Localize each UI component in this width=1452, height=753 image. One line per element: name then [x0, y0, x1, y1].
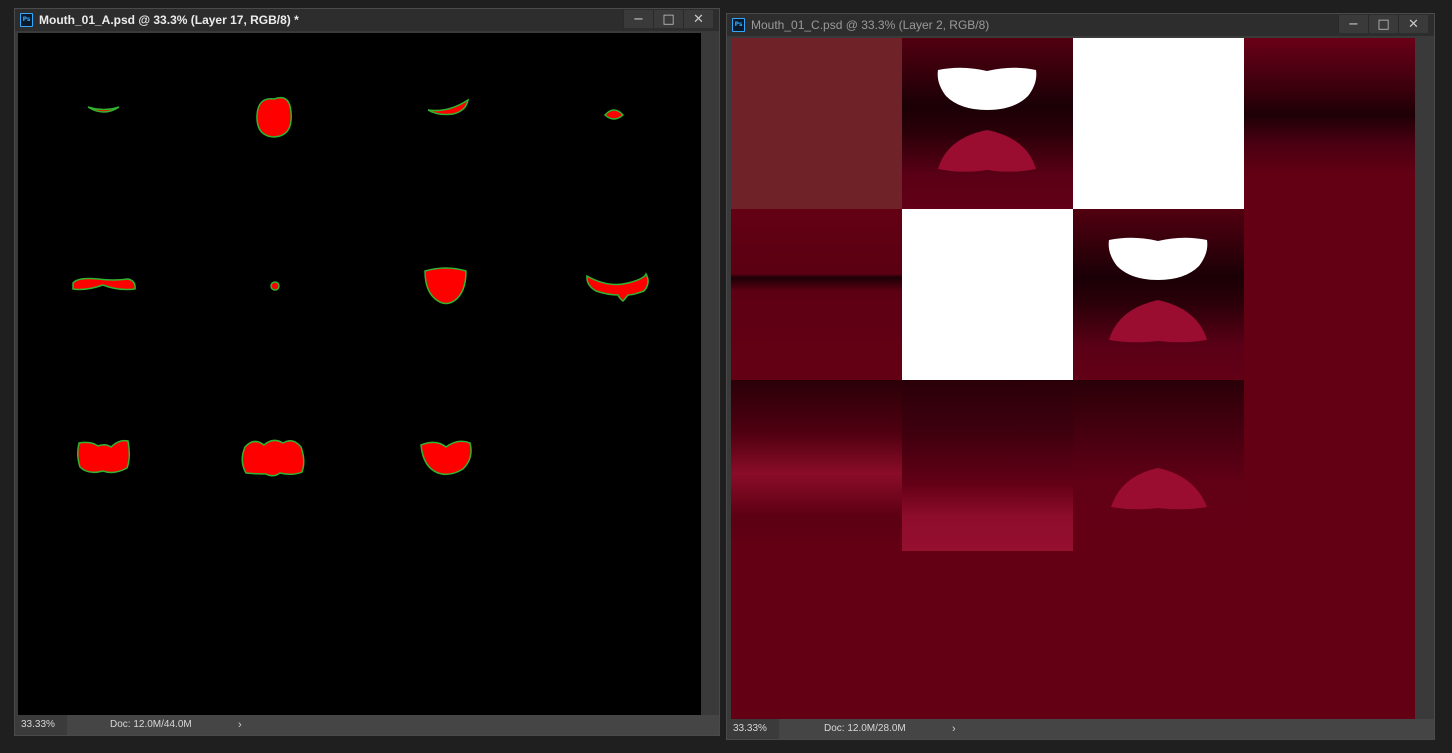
mouth-texture-graphic — [937, 67, 1037, 172]
texture-tile — [902, 380, 1073, 551]
texture-tile — [1073, 209, 1244, 380]
mouth-mask-shape — [427, 98, 470, 116]
document-size-info[interactable]: Doc: 12.0M/44.0M — [110, 715, 192, 735]
mouth-mask-shape — [586, 272, 649, 302]
photoshop-app-icon: Ps — [20, 13, 33, 27]
maximize-button[interactable]: □ — [1368, 15, 1398, 33]
zoom-level[interactable]: 33.33% — [727, 719, 779, 739]
mouth-mask-shape — [241, 439, 305, 477]
texture-tile — [1073, 380, 1244, 551]
mouth-texture-graphic — [1111, 468, 1207, 510]
texture-tile — [1244, 38, 1415, 209]
title-bar[interactable]: Ps Mouth_01_C.psd @ 33.3% (Layer 2, RGB/… — [727, 14, 1434, 36]
texture-tile — [1073, 38, 1244, 209]
document-canvas[interactable] — [18, 33, 701, 716]
texture-tile — [731, 380, 902, 551]
title-bar[interactable]: Ps Mouth_01_A.psd @ 33.3% (Layer 17, RGB… — [15, 9, 719, 31]
document-window-c[interactable]: Ps Mouth_01_C.psd @ 33.3% (Layer 2, RGB/… — [726, 13, 1435, 740]
photoshop-app-icon: Ps — [732, 18, 745, 32]
mouth-mask-shape — [72, 277, 136, 291]
lower-lip-shape — [938, 130, 1036, 172]
mask-shapes-layer — [72, 96, 649, 477]
mouth-mask-shape — [603, 109, 625, 120]
mouth-mask-shape — [87, 106, 120, 113]
texture-tile — [902, 209, 1073, 380]
mouth-mask-shape — [76, 439, 131, 474]
mouth-mask-shape — [420, 440, 472, 476]
minimize-button[interactable]: − — [1338, 15, 1368, 33]
status-menu-arrow-icon[interactable]: › — [952, 719, 956, 739]
close-button[interactable]: ✕ — [683, 10, 713, 28]
mouth-mask-shape — [270, 281, 280, 291]
zoom-level[interactable]: 33.33% — [15, 715, 67, 735]
document-title: Mouth_01_A.psd @ 33.3% (Layer 17, RGB/8)… — [39, 13, 299, 27]
texture-tile — [731, 38, 902, 209]
teeth-shape — [1108, 237, 1208, 280]
maximize-button[interactable]: □ — [653, 10, 683, 28]
document-window-a[interactable]: Ps Mouth_01_A.psd @ 33.3% (Layer 17, RGB… — [14, 8, 720, 736]
lower-lip-shape — [1109, 300, 1207, 343]
teeth-shape — [937, 67, 1037, 110]
document-canvas[interactable] — [731, 38, 1415, 721]
minimize-button[interactable]: − — [623, 10, 653, 28]
mouth-texture-graphic — [1108, 237, 1208, 343]
mouth-mask-shape — [256, 96, 292, 138]
status-menu-arrow-icon[interactable]: › — [238, 715, 242, 735]
status-bar: 33.33% Doc: 12.0M/28.0M › — [727, 719, 1434, 739]
document-size-info[interactable]: Doc: 12.0M/28.0M — [824, 719, 906, 739]
texture-tile — [731, 209, 902, 380]
status-bar: 33.33% Doc: 12.0M/44.0M › — [15, 715, 719, 735]
texture-tile — [902, 38, 1073, 209]
mouth-mask-shape — [424, 267, 467, 305]
document-title: Mouth_01_C.psd @ 33.3% (Layer 2, RGB/8) — [751, 18, 990, 32]
lower-lip-shape — [1111, 468, 1207, 510]
close-button[interactable]: ✕ — [1398, 15, 1428, 33]
